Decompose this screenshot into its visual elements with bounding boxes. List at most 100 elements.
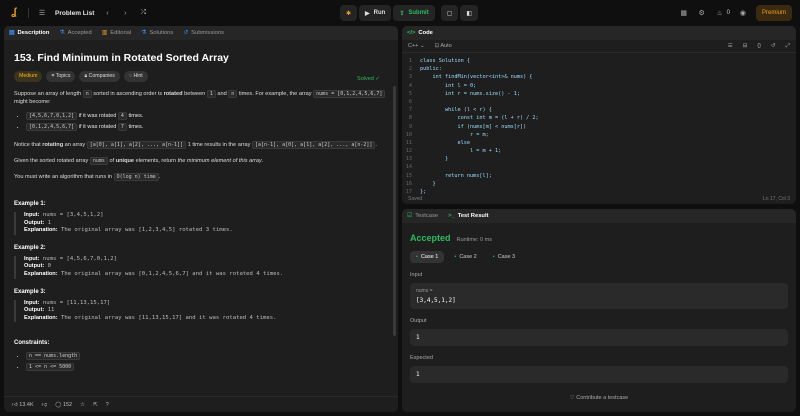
code-line: 11 else (405, 139, 470, 146)
terminal-icon: >_ (448, 213, 455, 219)
beaker-icon: ⚗ (141, 30, 147, 36)
example-heading: Example 1: (14, 201, 46, 207)
debug-button[interactable]: ✱ (340, 5, 358, 21)
language-select[interactable]: C++ ⌄ (408, 43, 425, 49)
comment-icon: ◯ (55, 401, 62, 408)
result-status: Accepted (410, 233, 451, 243)
prev-problem-icon[interactable]: ‹ (102, 10, 112, 17)
tab-test-result[interactable]: >_ Test Result (448, 213, 488, 219)
code-line: 10 r = m; (405, 131, 489, 138)
star-icon: ☆ (80, 401, 86, 408)
chevron-down-icon: ⌄ (419, 43, 425, 49)
description-panel: ▤ Description ⚗ Accepted ▥ Editorial ⚗ Solut… (4, 26, 398, 412)
editor-status-bar: Saved Ln 17, Col 3 (402, 193, 796, 204)
braces-icon[interactable]: {} (757, 43, 761, 49)
cursor-position: Ln 17, Col 3 (763, 195, 790, 202)
list-item: n == nums.length (26, 351, 388, 362)
share-button[interactable]: ⇱ (93, 402, 98, 408)
description-paragraph-4: You must write an algorithm that runs in… (14, 173, 161, 181)
code-line: 6 (408, 98, 412, 105)
avatar[interactable]: ◉ (738, 9, 748, 17)
fullscreen-icon[interactable]: ⤢ (786, 43, 790, 50)
problem-list-link[interactable]: Problem List (55, 10, 94, 17)
hint-chip[interactable]: ◌ Hint (123, 71, 148, 82)
constraints-list: n == nums.length 1 <= n <= 5000 (14, 351, 388, 373)
code-line: 16 } (405, 180, 436, 187)
auto-toggle[interactable]: ⊡ Auto (435, 43, 452, 49)
tab-accepted[interactable]: ⚗ Accepted (59, 30, 91, 36)
code-brackets-icon: </> (407, 30, 416, 36)
fire-icon[interactable]: ♨ (715, 9, 725, 17)
tab-description[interactable]: ▤ Description (9, 30, 49, 36)
difficulty-badge: Medium (14, 71, 43, 82)
description-footer: 👍︎ 13.4K 👎︎ ◯ 152 ☆ ⇱ ? (4, 396, 398, 412)
tab-code[interactable]: </> Code (407, 30, 433, 36)
case-3-button[interactable]: • Case 3 (487, 251, 521, 263)
expected-box: 1 (410, 366, 788, 383)
tab-submissions[interactable]: ↺ Submissions (183, 30, 224, 36)
topics-chip[interactable]: ⌗ Topics (46, 71, 76, 82)
tab-solutions[interactable]: ⚗ Solutions (141, 30, 173, 36)
shuffle-icon[interactable]: ⤮ (138, 9, 148, 17)
heart-icon: ♡ (569, 395, 575, 401)
premium-button[interactable]: Premium (755, 5, 792, 21)
tab-testcase[interactable]: ☑ Testcase (407, 213, 438, 219)
reset-icon[interactable]: ↺ (771, 43, 776, 49)
thumbs-up-icon: 👍︎ (12, 401, 18, 408)
like-button[interactable]: 👍︎ 13.4K (12, 402, 34, 408)
flask-icon: ⚗ (59, 30, 65, 36)
lightbulb-icon: ◌ (128, 73, 132, 79)
output-label: Output (410, 318, 427, 324)
layout-icon[interactable]: ▦ (679, 9, 689, 17)
comments-button[interactable]: ◯ 152 (55, 402, 72, 408)
code-line: 1 class Solution { (408, 58, 470, 64)
problem-list-icon[interactable]: ☰ (37, 9, 47, 17)
result-content: Accepted Runtime: 0 ms • Case 1 • Case 2 •… (402, 223, 796, 409)
code-line: 15 return nums[l]; (405, 172, 492, 179)
notes-icon[interactable]: ☰ (728, 43, 733, 49)
example-heading: Example 2: (14, 244, 46, 251)
dislike-button[interactable]: 👎︎ (42, 402, 48, 408)
lock-icon: ⊡ (434, 43, 440, 49)
whiteboard-button[interactable]: ◧ (460, 5, 479, 21)
case-2-button[interactable]: • Case 2 (448, 251, 482, 263)
problem-description: 153. Find Minimum in Rotated Sorted Arra… (4, 40, 398, 379)
bug-icon: ✱ (346, 10, 352, 17)
history-icon: ↺ (183, 30, 189, 36)
output-box: 1 (410, 329, 788, 346)
contribute-testcase-link[interactable]: ♡ Contribute a testcase (410, 395, 788, 401)
code-editor[interactable]: 1 class Solution { 2 public: 3 int findMin… (402, 53, 796, 196)
description-icon: ▤ (9, 30, 15, 36)
code-line: 4 int l = 0; (408, 82, 477, 89)
scrollbar[interactable] (393, 86, 396, 336)
case-1-button[interactable]: • Case 1 (410, 251, 445, 263)
bookmark-icon[interactable]: ⊟ (743, 43, 748, 49)
solved-badge: Solved ✓ (357, 76, 380, 82)
description-paragraph-2: Notice that rotating an array [a[0], a[1… (14, 141, 377, 149)
companies-chip[interactable]: 🔒︎ Companies (79, 71, 120, 82)
code-line: 12 l = m + 1; (405, 148, 502, 155)
submit-button[interactable]: ⇪ Submit (393, 5, 435, 21)
leetcode-logo-icon[interactable]: ʆ (8, 7, 20, 19)
streak-count: 0 (726, 10, 730, 16)
favorite-button[interactable]: ☆ (80, 402, 85, 408)
thumbs-down-icon: 👎︎ (41, 401, 48, 408)
tag-icon: ⌗ (51, 73, 55, 79)
description-paragraph-1: Suppose an array of length n sorted in a… (14, 90, 388, 106)
top-bar: ʆ ☰ Problem List ‹ › ⤮ ✱ ▶ Run ⇪ Submit ▢ … (0, 0, 800, 26)
next-problem-icon[interactable]: › (120, 10, 130, 17)
tab-editorial[interactable]: ▥ Editorial (102, 30, 131, 36)
help-button[interactable]: ? (106, 402, 109, 408)
whiteboard-icon: ◧ (466, 10, 473, 17)
example-box: Input: nums = [4,5,6,7,0,1,2] Output: 0 … (14, 255, 388, 279)
case-tabs: • Case 1 • Case 2 • Case 3 (410, 251, 788, 263)
play-icon: ▶ (365, 10, 370, 17)
description-paragraph-3: Given the sorted rotated array nums of u… (14, 157, 264, 165)
settings-icon[interactable]: ⚙ (697, 9, 707, 17)
check-circle-icon: ✓ (375, 76, 380, 82)
input-box: nums = [3,4,5,1,2] (410, 283, 788, 309)
notes-button[interactable]: ▢ (440, 5, 459, 21)
code-line: 9 if (nums[m] < nums[r]) (408, 123, 527, 130)
example-box: Input: nums = [3,4,5,1,2] Output: 1 Expl… (14, 212, 388, 235)
run-button[interactable]: ▶ Run (359, 5, 392, 21)
